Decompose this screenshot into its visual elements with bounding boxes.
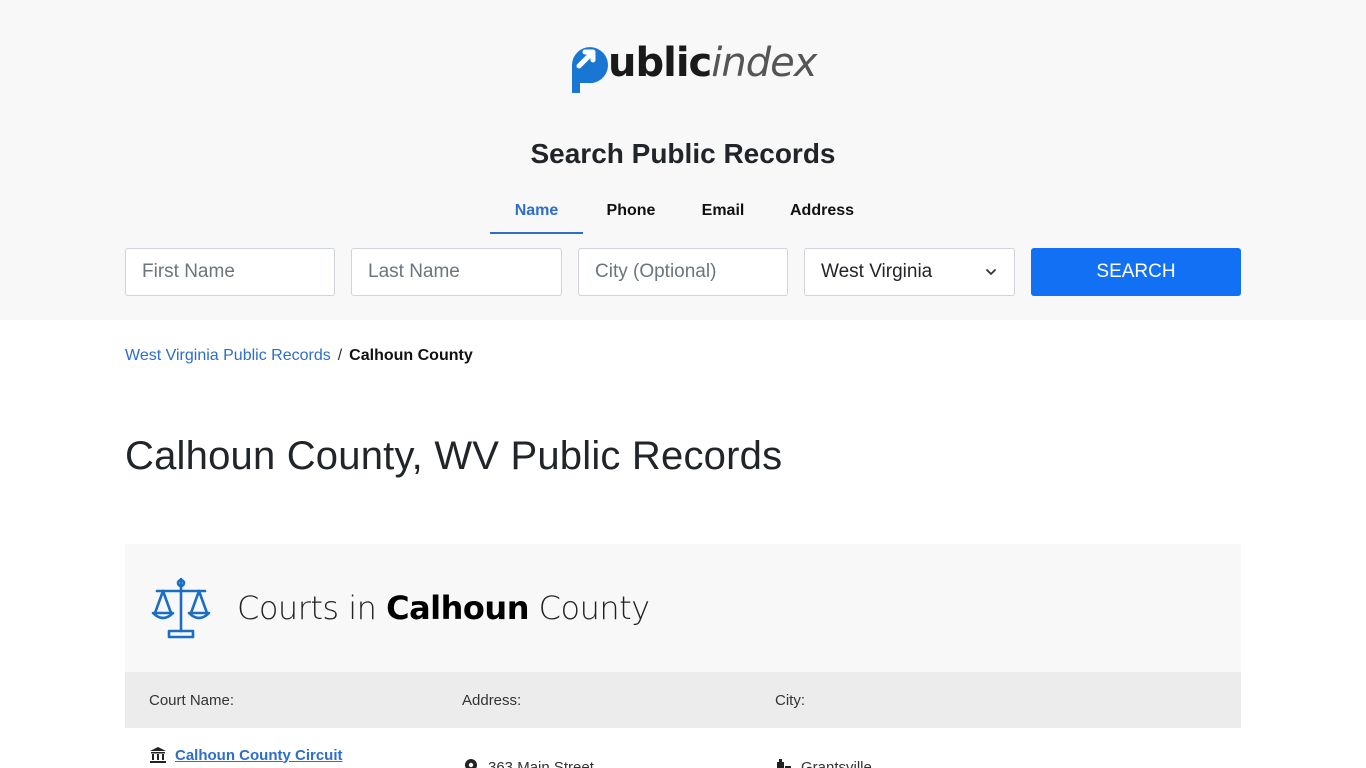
chevron-down-icon — [986, 269, 996, 275]
scales-of-justice-icon — [151, 577, 211, 639]
search-form: West Virginia SEARCH — [125, 248, 1241, 296]
state-select[interactable]: West Virginia — [804, 248, 1015, 296]
logo-text-public: ublic — [608, 40, 712, 86]
search-button[interactable]: SEARCH — [1031, 248, 1241, 296]
logo-wordmark: ublicindex — [608, 40, 817, 86]
city-buildings-icon — [777, 759, 791, 768]
table-row: Calhoun County Circuit 363 Main Street G… — [125, 728, 1241, 768]
column-header-court-name: Court Name: — [149, 692, 235, 709]
breadcrumb: West Virginia Public Records / Calhoun C… — [125, 347, 473, 365]
courts-title-prefix: Courts in — [237, 589, 387, 627]
search-title: Search Public Records — [530, 138, 836, 169]
courts-section: Courts in Calhoun County Court Name: Add… — [125, 544, 1241, 768]
tab-name[interactable]: Name — [490, 196, 583, 234]
court-city: Grantsville — [775, 758, 872, 768]
page-title: Calhoun County, WV Public Records — [125, 434, 783, 478]
breadcrumb-link-state[interactable]: West Virginia Public Records — [125, 347, 331, 365]
breadcrumb-separator: / — [337, 347, 343, 364]
tab-email[interactable]: Email — [679, 196, 767, 234]
header: ublicindex Search Public Records Name Ph… — [0, 0, 1366, 320]
tab-address[interactable]: Address — [767, 196, 877, 234]
search-tabs: Name Phone Email Address — [490, 196, 877, 234]
state-select-value: West Virginia — [821, 261, 933, 282]
courts-title-county: Calhoun — [386, 589, 529, 627]
breadcrumb-current: Calhoun County — [349, 347, 473, 364]
courts-title-suffix: County — [528, 589, 650, 627]
courts-title: Courts in Calhoun County — [237, 589, 650, 627]
courts-header: Courts in Calhoun County — [125, 544, 1241, 672]
court-city-text: Grantsville — [801, 758, 872, 768]
court-address: 363 Main Street — [462, 758, 594, 768]
p-arrow-logo-icon — [572, 47, 608, 93]
site-logo[interactable]: ublicindex — [566, 38, 817, 94]
logo-text-index: index — [711, 40, 817, 86]
court-name-link[interactable]: Calhoun County Circuit — [149, 746, 343, 764]
first-name-input[interactable] — [125, 248, 335, 296]
court-name: Calhoun County Circuit — [175, 746, 343, 764]
column-header-city: City: — [775, 692, 805, 709]
map-pin-icon — [465, 759, 477, 768]
last-name-input[interactable] — [351, 248, 562, 296]
city-input[interactable] — [578, 248, 788, 296]
courts-table-header: Court Name: Address: City: — [125, 672, 1241, 728]
courthouse-icon — [150, 747, 166, 763]
tab-phone[interactable]: Phone — [583, 196, 679, 234]
court-address-text: 363 Main Street — [488, 758, 594, 768]
column-header-address: Address: — [462, 692, 522, 709]
